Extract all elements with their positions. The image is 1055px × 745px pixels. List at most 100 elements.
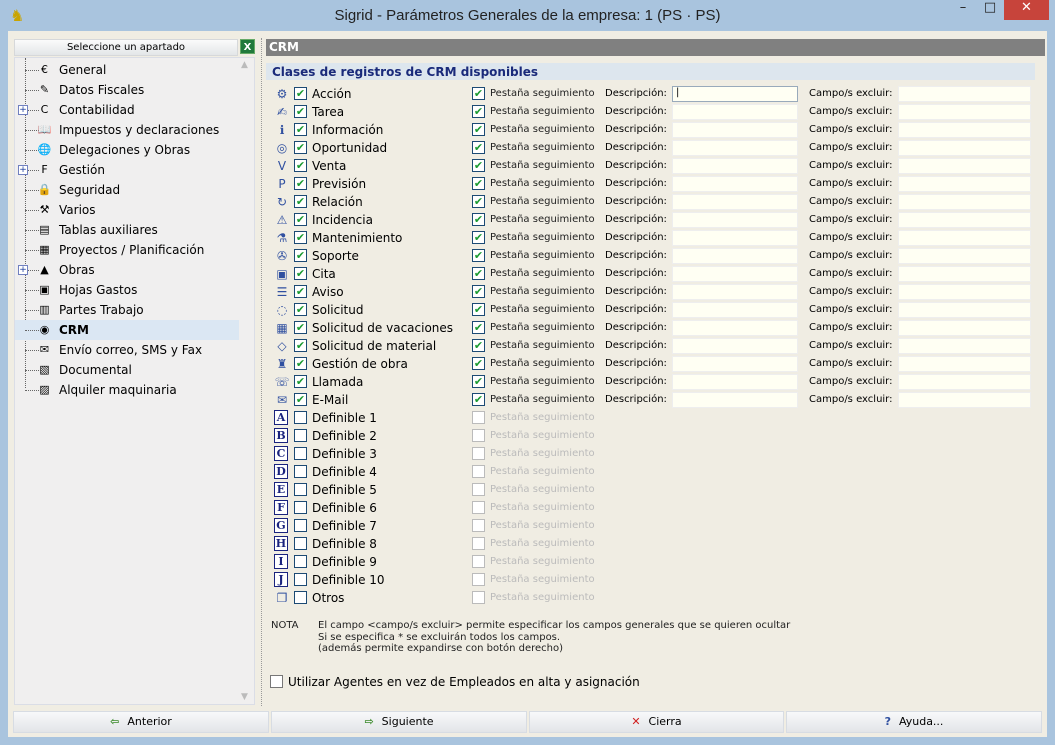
enable-checkbox[interactable]: ✔ — [294, 303, 307, 316]
pestana-checkbox[interactable]: ✔ — [472, 267, 485, 280]
campo-excluir-input[interactable] — [898, 320, 1031, 336]
campo-excluir-input[interactable] — [898, 392, 1031, 408]
enable-checkbox[interactable]: ✔ — [294, 285, 307, 298]
enable-checkbox[interactable]: ✔ — [294, 195, 307, 208]
enable-checkbox[interactable] — [294, 519, 307, 532]
pestana-checkbox[interactable]: ✔ — [472, 87, 485, 100]
campo-excluir-input[interactable] — [898, 176, 1031, 192]
campo-excluir-input[interactable] — [898, 302, 1031, 318]
pestana-checkbox[interactable]: ✔ — [472, 357, 485, 370]
descripcion-input[interactable] — [672, 194, 798, 210]
enable-checkbox[interactable]: ✔ — [294, 375, 307, 388]
enable-checkbox[interactable] — [294, 447, 307, 460]
enable-checkbox[interactable]: ✔ — [294, 141, 307, 154]
enable-checkbox[interactable]: ✔ — [294, 87, 307, 100]
enable-checkbox[interactable] — [294, 555, 307, 568]
campo-excluir-input[interactable] — [898, 122, 1031, 138]
campo-excluir-label: Campo/s excluir: — [809, 250, 893, 261]
descripcion-input[interactable] — [672, 374, 798, 390]
descripcion-input[interactable]: | — [672, 86, 798, 102]
pestana-checkbox[interactable]: ✔ — [472, 177, 485, 190]
enable-checkbox[interactable] — [294, 537, 307, 550]
close-button[interactable]: ✕ — [1004, 0, 1049, 20]
enable-checkbox[interactable]: ✔ — [294, 393, 307, 406]
pestana-checkbox[interactable]: ✔ — [472, 213, 485, 226]
enable-checkbox[interactable] — [294, 465, 307, 478]
descripcion-input[interactable] — [672, 248, 798, 264]
pestana-checkbox[interactable]: ✔ — [472, 393, 485, 406]
enable-checkbox[interactable]: ✔ — [294, 249, 307, 262]
enable-checkbox[interactable] — [294, 501, 307, 514]
pestana-checkbox[interactable]: ✔ — [472, 159, 485, 172]
pestana-checkbox[interactable]: ✔ — [472, 105, 485, 118]
descripcion-input[interactable] — [672, 212, 798, 228]
campo-excluir-input[interactable] — [898, 158, 1031, 174]
descripcion-input[interactable] — [672, 140, 798, 156]
anterior-button[interactable]: ⇦ Anterior — [13, 711, 269, 733]
descripcion-input[interactable] — [672, 320, 798, 336]
enable-checkbox[interactable]: ✔ — [294, 267, 307, 280]
descripcion-input[interactable] — [672, 392, 798, 408]
descripcion-input[interactable] — [672, 356, 798, 372]
campo-excluir-input[interactable] — [898, 104, 1031, 120]
pestana-checkbox[interactable]: ✔ — [472, 123, 485, 136]
descripcion-input[interactable] — [672, 230, 798, 246]
enable-checkbox[interactable]: ✔ — [294, 159, 307, 172]
enable-checkbox[interactable] — [294, 429, 307, 442]
campo-excluir-input[interactable] — [898, 374, 1031, 390]
siguiente-button[interactable]: ⇨ Siguiente — [271, 711, 527, 733]
sidebar-item[interactable]: € General — [15, 60, 239, 80]
ayuda-button[interactable]: ? Ayuda... — [786, 711, 1042, 733]
campo-excluir-label: Campo/s excluir: — [809, 376, 893, 387]
campo-excluir-input[interactable] — [898, 248, 1031, 264]
pestana-checkbox[interactable]: ✔ — [472, 303, 485, 316]
descripcion-input[interactable] — [672, 338, 798, 354]
descripcion-input[interactable] — [672, 284, 798, 300]
pestana-checkbox[interactable]: ✔ — [472, 321, 485, 334]
descripcion-input[interactable] — [672, 104, 798, 120]
enable-checkbox[interactable]: ✔ — [294, 123, 307, 136]
pestana-checkbox[interactable]: ✔ — [472, 231, 485, 244]
excel-export-icon[interactable]: X — [240, 39, 255, 54]
pestana-checkbox[interactable]: ✔ — [472, 141, 485, 154]
enable-checkbox[interactable]: ✔ — [294, 357, 307, 370]
campo-excluir-input[interactable] — [898, 356, 1031, 372]
pestana-checkbox[interactable]: ✔ — [472, 375, 485, 388]
descripcion-input[interactable] — [672, 122, 798, 138]
pestana-checkbox[interactable]: ✔ — [472, 339, 485, 352]
descripcion-input[interactable] — [672, 176, 798, 192]
enable-checkbox[interactable] — [294, 573, 307, 586]
scroll-up-icon[interactable]: ▲ — [241, 60, 248, 70]
campo-excluir-input[interactable] — [898, 266, 1031, 282]
pestana-checkbox[interactable]: ✔ — [472, 249, 485, 262]
campo-excluir-input[interactable] — [898, 338, 1031, 354]
pestana-checkbox[interactable]: ✔ — [472, 195, 485, 208]
descripcion-input[interactable] — [672, 266, 798, 282]
campo-excluir-input[interactable] — [898, 86, 1031, 102]
enable-checkbox[interactable]: ✔ — [294, 339, 307, 352]
enable-checkbox[interactable] — [294, 483, 307, 496]
enable-checkbox[interactable]: ✔ — [294, 105, 307, 118]
campo-excluir-input[interactable] — [898, 194, 1031, 210]
campo-excluir-input[interactable] — [898, 230, 1031, 246]
enable-checkbox[interactable]: ✔ — [294, 177, 307, 190]
campo-excluir-input[interactable] — [898, 140, 1031, 156]
scroll-down-icon[interactable]: ▼ — [241, 692, 248, 702]
agentes-checkbox[interactable]: Utilizar Agentes en vez de Empleados en … — [270, 673, 640, 689]
descripcion-input[interactable] — [672, 158, 798, 174]
pestana-checkbox[interactable]: ✔ — [472, 285, 485, 298]
cierra-button[interactable]: ✕ Cierra — [529, 711, 784, 733]
crm-class-label: Solicitud — [312, 303, 364, 317]
checkbox[interactable] — [270, 675, 283, 688]
maximize-button[interactable]: □ — [977, 0, 1003, 20]
enable-checkbox[interactable] — [294, 411, 307, 424]
enable-checkbox[interactable]: ✔ — [294, 213, 307, 226]
enable-checkbox[interactable] — [294, 591, 307, 604]
pestana-checkbox — [472, 429, 485, 442]
descripcion-input[interactable] — [672, 302, 798, 318]
campo-excluir-input[interactable] — [898, 284, 1031, 300]
campo-excluir-input[interactable] — [898, 212, 1031, 228]
enable-checkbox[interactable]: ✔ — [294, 321, 307, 334]
minimize-button[interactable]: – — [950, 0, 976, 20]
enable-checkbox[interactable]: ✔ — [294, 231, 307, 244]
